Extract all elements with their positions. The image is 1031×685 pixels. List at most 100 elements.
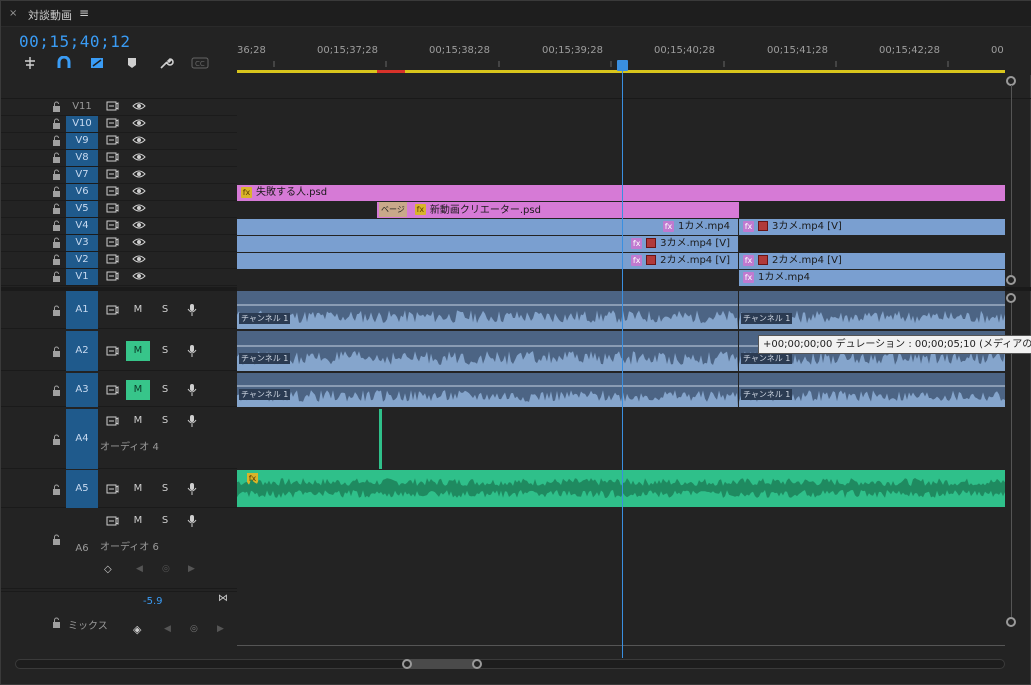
panel-menu-icon[interactable]: ≡ [79,6,89,20]
magnet-icon[interactable] [56,55,72,70]
track-name[interactable]: A4 [66,409,98,469]
vscroll-mid-knob[interactable] [1006,275,1016,285]
toggle-sync-lock-icon[interactable] [106,219,119,234]
eye-icon[interactable] [132,202,146,217]
track-name[interactable]: V8 [66,150,98,166]
toggle-sync-lock-icon[interactable] [106,100,119,115]
clip-v5[interactable]: ベージ fx 新動画クリエーター.psd [377,202,739,218]
clip-v6[interactable]: fx 失敗する人.psd [237,185,1005,201]
mute-button[interactable]: M [126,511,150,531]
microphone-icon[interactable] [187,514,197,531]
track-name[interactable]: V7 [66,167,98,183]
toggle-sync-lock-icon[interactable] [106,384,119,399]
toggle-sync-lock-icon[interactable] [106,304,119,319]
microphone-icon[interactable] [187,344,197,361]
eye-icon[interactable] [132,253,146,268]
microphone-icon[interactable] [187,383,197,400]
horizontal-scroll-thumb[interactable] [406,659,480,669]
keyframe-toggle-icon[interactable]: ◇ [104,564,112,575]
marker-icon[interactable] [124,56,140,70]
track-name[interactable]: A2 [66,331,98,371]
toggle-sync-lock-icon[interactable] [106,483,119,498]
next-keyframe-icon[interactable]: ▶ [217,624,224,634]
track-name[interactable]: A6 [66,509,98,589]
clip-v3[interactable]: fx 3カメ.mp4 [V] [237,236,738,252]
hscroll-left-handle[interactable] [402,659,412,669]
eye-icon[interactable] [132,168,146,183]
lock-icon[interactable] [52,152,61,166]
add-keyframe-icon[interactable]: ◎ [190,624,198,634]
audio-clip-a1-a[interactable]: チャンネル 1 [237,291,738,329]
track-name[interactable]: A5 [66,470,98,508]
toggle-sync-lock-icon[interactable] [106,202,119,217]
lock-icon[interactable] [52,101,61,115]
track-name[interactable]: V10 [66,116,98,132]
close-icon[interactable]: × [9,8,17,19]
toggle-sync-lock-icon[interactable] [106,168,119,183]
eye-icon[interactable] [132,219,146,234]
toggle-sync-lock-icon[interactable] [106,515,119,530]
toggle-sync-lock-icon[interactable] [106,134,119,149]
toggle-sync-lock-icon[interactable] [106,185,119,200]
solo-button[interactable]: S [153,411,177,431]
solo-button[interactable]: S [153,380,177,400]
prev-keyframe-icon[interactable]: ◀ [164,624,171,634]
track-name[interactable]: V1 [66,269,98,285]
prev-keyframe-icon[interactable]: ◀ [136,564,143,574]
toggle-sync-lock-icon[interactable] [106,117,119,132]
next-keyframe-icon[interactable]: ▶ [188,564,195,574]
solo-button[interactable]: S [153,300,177,320]
time-ruler[interactable]: 36;28 00;15;37;28 00;15;38;28 00;15;39;2… [237,27,1031,75]
lock-icon[interactable] [52,203,61,217]
track-name[interactable]: V9 [66,133,98,149]
playhead-line[interactable] [622,71,623,658]
hscroll-right-handle[interactable] [472,659,482,669]
lock-icon[interactable] [52,220,61,234]
track-name[interactable]: A3 [66,373,98,407]
mute-button[interactable]: M [126,380,150,400]
microphone-icon[interactable] [187,414,197,431]
mute-button[interactable]: M [126,411,150,431]
playhead-handle[interactable] [617,60,628,71]
lock-icon[interactable] [52,346,61,360]
add-keyframe-icon[interactable]: ◎ [162,564,170,574]
eye-icon[interactable] [132,134,146,149]
track-name[interactable]: V4 [66,218,98,234]
lock-icon[interactable] [52,434,61,448]
horizontal-scrollbar[interactable] [15,659,1005,669]
linked-select-icon[interactable] [89,56,105,70]
audio-clip-a1-b[interactable]: チャンネル 1 [739,291,1005,329]
microphone-icon[interactable] [187,303,197,320]
lock-icon[interactable] [52,254,61,268]
lock-icon[interactable] [52,484,61,498]
lock-icon[interactable] [52,186,61,200]
sequence-tab-title[interactable]: 対談動画 [28,7,72,23]
eye-icon[interactable] [132,117,146,132]
eye-icon[interactable] [132,100,146,115]
audio-clip-a3-a[interactable]: チャンネル 1 [237,373,738,407]
snap-icon[interactable] [22,56,38,70]
captions-icon[interactable]: CC [191,56,209,70]
lock-icon[interactable] [52,534,61,548]
toggle-sync-lock-icon[interactable] [106,270,119,285]
track-name[interactable]: V5 [66,201,98,217]
toggle-sync-lock-icon[interactable] [106,415,119,430]
audio-clip-a5[interactable]: fx [237,470,1005,507]
lock-icon[interactable] [52,617,61,631]
toggle-sync-lock-icon[interactable] [106,345,119,360]
lock-icon[interactable] [52,118,61,132]
mute-button[interactable]: M [126,341,150,361]
track-name[interactable]: V6 [66,184,98,200]
keyframe-toggle-icon[interactable]: ◈ [133,623,141,636]
clip-v4-b[interactable]: fx 3カメ.mp4 [V] [739,219,1005,235]
lock-icon[interactable] [52,385,61,399]
lock-icon[interactable] [52,135,61,149]
wrench-icon[interactable] [158,56,174,70]
playhead-timecode[interactable]: 00;15;40;12 [19,32,130,51]
solo-button[interactable]: S [153,511,177,531]
audio-clip-a2-a[interactable]: チャンネル 1 [237,331,738,371]
lock-icon[interactable] [52,305,61,319]
lock-icon[interactable] [52,169,61,183]
toggle-sync-lock-icon[interactable] [106,236,119,251]
vscroll-bottom-knob[interactable] [1006,617,1016,627]
